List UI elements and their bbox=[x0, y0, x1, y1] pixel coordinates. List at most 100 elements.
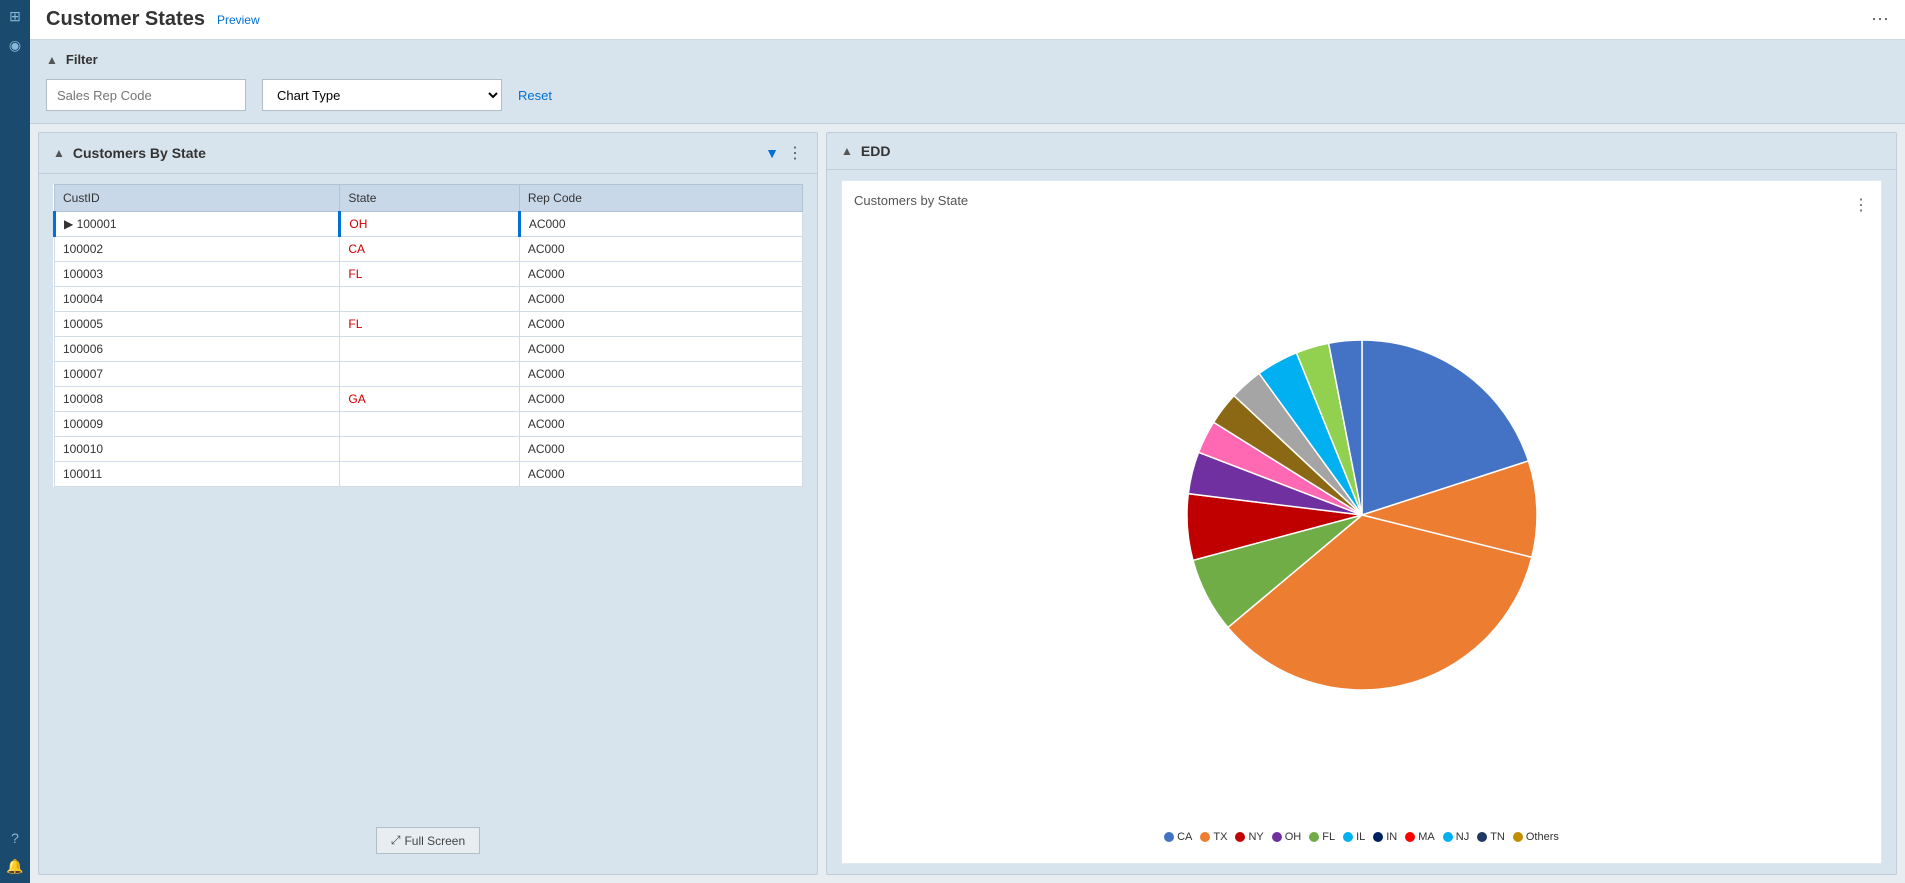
chart-title-row: Customers by State ⋮ bbox=[854, 193, 1869, 216]
table-cell-repcode: AC000 bbox=[519, 262, 802, 287]
table-cell-state[interactable]: FL bbox=[340, 312, 519, 337]
sidebar-grid-icon[interactable]: ⊞ bbox=[9, 8, 21, 25]
legend-label: Others bbox=[1526, 831, 1559, 843]
legend-dot bbox=[1513, 832, 1523, 842]
table-filter-icon[interactable]: ▼ bbox=[765, 145, 779, 161]
legend-label: OH bbox=[1285, 831, 1302, 843]
table-cell-state[interactable]: FL bbox=[340, 262, 519, 287]
legend-item: TX bbox=[1200, 831, 1227, 843]
col-repcode: Rep Code bbox=[519, 185, 802, 212]
page-title: Customer States bbox=[46, 8, 205, 31]
table-row: 100003 bbox=[55, 262, 340, 287]
full-screen-button[interactable]: ⤢ Full Screen bbox=[376, 827, 480, 854]
filter-section: ▲ Filter Chart Type Reset bbox=[30, 40, 1905, 124]
table-cell-repcode: AC000 bbox=[519, 437, 802, 462]
legend-item: MA bbox=[1405, 831, 1435, 843]
header-menu-button[interactable]: ⋯ bbox=[1871, 9, 1889, 30]
sales-rep-input[interactable] bbox=[46, 79, 246, 111]
legend-label: CA bbox=[1177, 831, 1192, 843]
legend-item: TN bbox=[1477, 831, 1505, 843]
legend-label: MA bbox=[1418, 831, 1435, 843]
chart-menu-icon[interactable]: ⋮ bbox=[1853, 195, 1869, 215]
chart-subtitle: Customers by State bbox=[854, 193, 968, 208]
table-row: 100004 bbox=[55, 287, 340, 312]
table-cell-state bbox=[340, 362, 519, 387]
legend-label: IL bbox=[1356, 831, 1365, 843]
table-row: 100009 bbox=[55, 412, 340, 437]
chart-panel-title: EDD bbox=[861, 143, 1882, 159]
table-container: CustID State Rep Code ▶ 100001OHAC000100… bbox=[39, 174, 817, 819]
reset-button[interactable]: Reset bbox=[518, 88, 552, 103]
table-cell-state[interactable]: OH bbox=[340, 212, 519, 237]
filter-header[interactable]: ▲ Filter bbox=[46, 52, 1889, 67]
legend-item: NY bbox=[1235, 831, 1263, 843]
table-collapse-icon[interactable]: ▲ bbox=[53, 146, 65, 160]
chart-collapse-icon[interactable]: ▲ bbox=[841, 144, 853, 158]
table-cell-state bbox=[340, 412, 519, 437]
legend-dot bbox=[1309, 832, 1319, 842]
table-cell-repcode: AC000 bbox=[519, 387, 802, 412]
content-area: ▲ Customers By State ▼ ⋮ CustID State Re… bbox=[30, 124, 1905, 883]
full-screen-label: Full Screen bbox=[404, 834, 465, 848]
legend-item: NJ bbox=[1443, 831, 1469, 843]
legend-dot bbox=[1164, 832, 1174, 842]
main-content: Customer States Preview ⋯ ▲ Filter Chart… bbox=[30, 0, 1905, 883]
chart-type-select[interactable]: Chart Type bbox=[262, 79, 502, 111]
table-cell-state[interactable]: CA bbox=[340, 237, 519, 262]
preview-badge: Preview bbox=[217, 13, 260, 27]
table-cell-state bbox=[340, 337, 519, 362]
table-row: 100007 bbox=[55, 362, 340, 387]
table-cell-repcode: AC000 bbox=[519, 337, 802, 362]
legend-dot bbox=[1272, 832, 1282, 842]
table-row: 100008 bbox=[55, 387, 340, 412]
legend-dot bbox=[1443, 832, 1453, 842]
table-cell-state bbox=[340, 462, 519, 487]
legend-dot bbox=[1200, 832, 1210, 842]
legend-label: FL bbox=[1322, 831, 1335, 843]
col-state: State bbox=[340, 185, 519, 212]
table-panel-title: Customers By State bbox=[73, 145, 757, 161]
table-panel-header: ▲ Customers By State ▼ ⋮ bbox=[39, 133, 817, 174]
table-row: 100002 bbox=[55, 237, 340, 262]
chart-panel-header: ▲ EDD bbox=[827, 133, 1896, 170]
chart-panel: ▲ EDD Customers by State ⋮ CA TX NY OH FL IL bbox=[826, 132, 1897, 875]
customers-table: CustID State Rep Code ▶ 100001OHAC000100… bbox=[53, 184, 803, 487]
table-cell-repcode: AC000 bbox=[519, 287, 802, 312]
filter-collapse-icon: ▲ bbox=[46, 53, 58, 67]
legend-item: OH bbox=[1272, 831, 1302, 843]
table-menu-icon[interactable]: ⋮ bbox=[787, 143, 803, 163]
table-cell-repcode: AC000 bbox=[519, 462, 802, 487]
sidebar-bell-icon[interactable]: 🔔 bbox=[6, 858, 23, 875]
table-cell-state bbox=[340, 437, 519, 462]
legend-item: IN bbox=[1373, 831, 1397, 843]
legend-dot bbox=[1343, 832, 1353, 842]
pie-chart-svg bbox=[1152, 330, 1572, 710]
table-row: 100011 bbox=[55, 462, 340, 487]
table-row: 100006 bbox=[55, 337, 340, 362]
table-cell-repcode: AC000 bbox=[519, 362, 802, 387]
table-cell-state bbox=[340, 287, 519, 312]
chart-inner: Customers by State ⋮ CA TX NY OH FL IL IN MA NJ T… bbox=[841, 180, 1882, 864]
full-screen-icon: ⤢ bbox=[391, 833, 401, 848]
table-cell-repcode: AC000 bbox=[519, 412, 802, 437]
legend-label: TX bbox=[1213, 831, 1227, 843]
legend-dot bbox=[1405, 832, 1415, 842]
sidebar: ⊞ ◉ ? 🔔 bbox=[0, 0, 30, 883]
legend-item: FL bbox=[1309, 831, 1335, 843]
chart-legend: CA TX NY OH FL IL IN MA NJ TN Others bbox=[854, 823, 1869, 851]
legend-dot bbox=[1235, 832, 1245, 842]
sidebar-circle-icon[interactable]: ◉ bbox=[9, 37, 21, 54]
table-row: 100005 bbox=[55, 312, 340, 337]
legend-label: TN bbox=[1490, 831, 1505, 843]
filter-label: Filter bbox=[66, 52, 98, 67]
legend-item: IL bbox=[1343, 831, 1365, 843]
legend-item: CA bbox=[1164, 831, 1192, 843]
col-custid: CustID bbox=[55, 185, 340, 212]
table-cell-state[interactable]: GA bbox=[340, 387, 519, 412]
page-header: Customer States Preview ⋯ bbox=[30, 0, 1905, 40]
sidebar-help-icon[interactable]: ? bbox=[11, 830, 19, 846]
table-cell-repcode: AC000 bbox=[519, 237, 802, 262]
legend-dot bbox=[1477, 832, 1487, 842]
table-panel: ▲ Customers By State ▼ ⋮ CustID State Re… bbox=[38, 132, 818, 875]
legend-label: NJ bbox=[1456, 831, 1469, 843]
